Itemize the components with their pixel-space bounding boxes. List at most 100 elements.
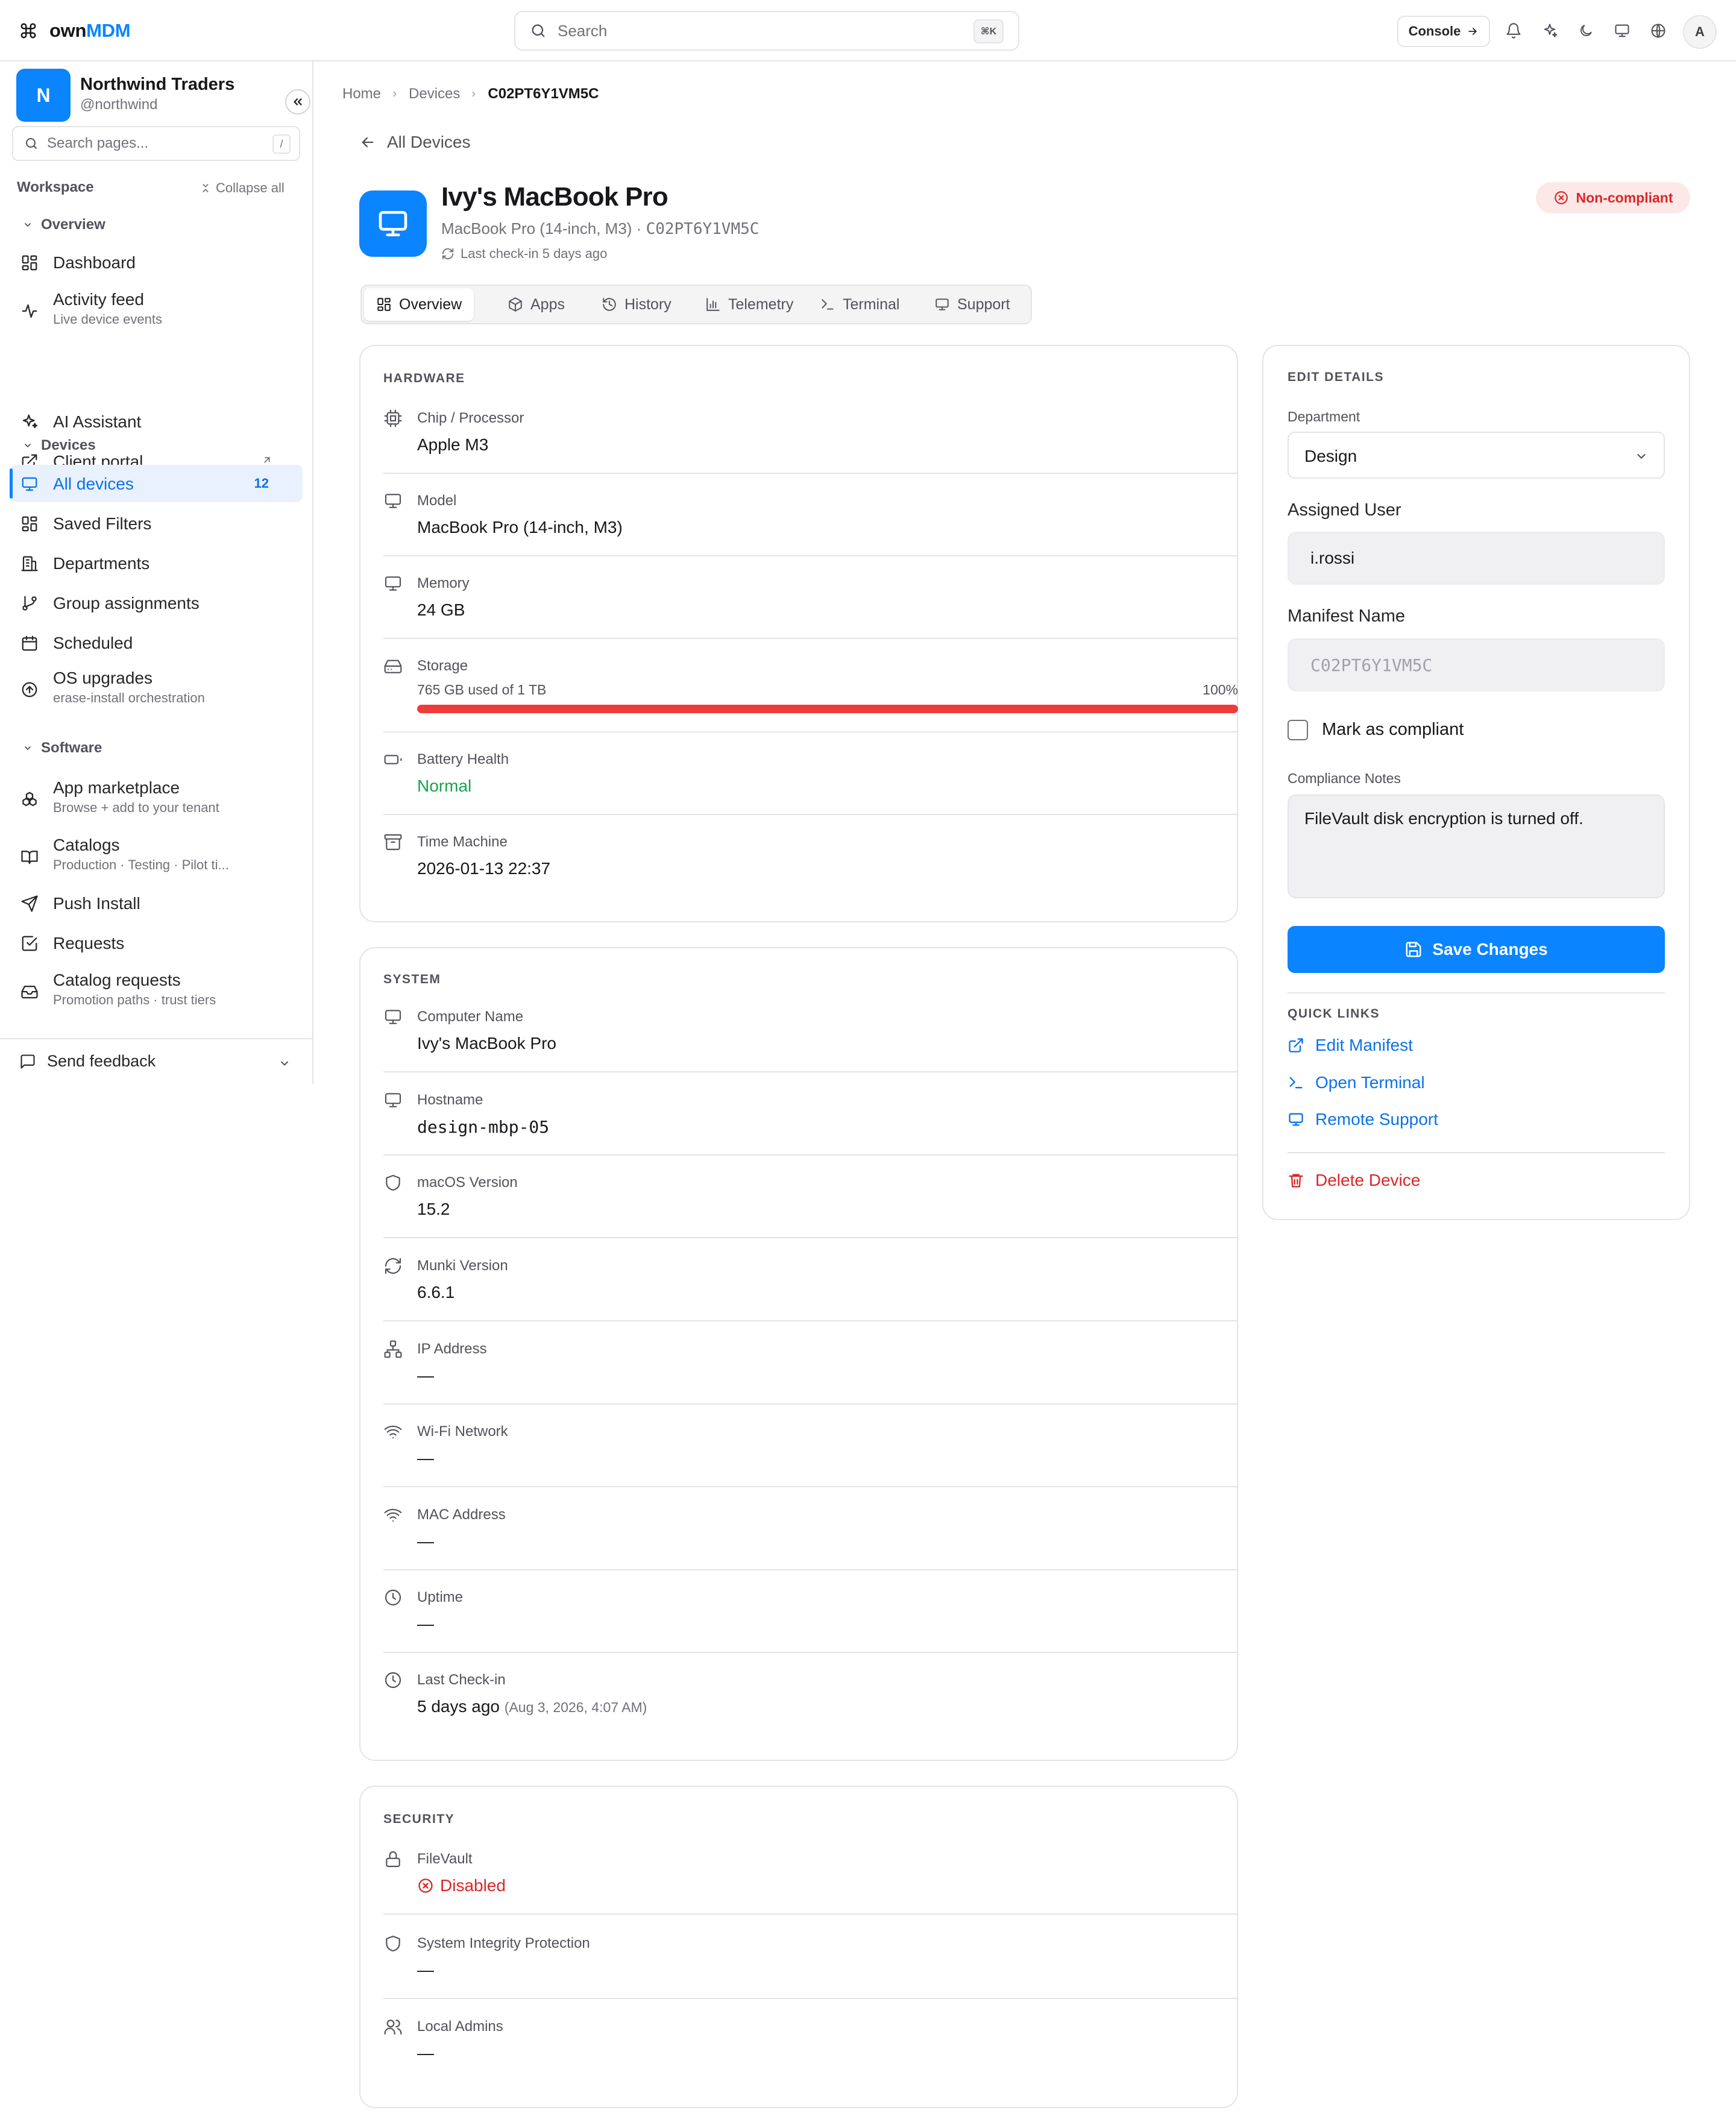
- open-terminal-link[interactable]: Open Terminal: [1288, 1073, 1425, 1092]
- arrow-up-right-icon: [264, 457, 270, 463]
- lock-icon: [386, 1851, 400, 1868]
- bell-icon: [1506, 23, 1521, 39]
- storage-used: 765 GB used of 1 TB: [417, 682, 547, 697]
- sidebar-search-input[interactable]: Search pages... /: [12, 126, 300, 161]
- ai-sparkle-button[interactable]: [1539, 20, 1561, 42]
- app-logo[interactable]: ownMDM: [19, 17, 131, 44]
- hardware-row-chip: Chip / Processor Apple M3: [383, 406, 1238, 490]
- save-changes-label: Save Changes: [1432, 940, 1548, 959]
- language-button[interactable]: [1647, 20, 1669, 42]
- compliance-notes-textarea[interactable]: FileVault disk encryption is turned off.: [1288, 795, 1665, 898]
- back-to-all-devices-link[interactable]: All Devices: [359, 133, 470, 152]
- tab-overview[interactable]: Overview: [364, 288, 474, 321]
- display-button[interactable]: [1611, 20, 1633, 42]
- mark-compliant-label[interactable]: Mark as compliant: [1322, 720, 1464, 740]
- sidebar-item-ai-assistant[interactable]: AI Assistant: [10, 403, 303, 440]
- sidebar-item-push-install[interactable]: Push Install: [10, 884, 303, 922]
- hardware-row-battery: Battery Health Normal: [383, 748, 1238, 831]
- tab-apps[interactable]: Apps: [495, 288, 577, 321]
- nav-group-overview[interactable]: Overview: [23, 216, 105, 233]
- save-icon: [1406, 942, 1421, 957]
- theme-toggle-button[interactable]: [1575, 20, 1597, 42]
- collapse-sidebar-button[interactable]: [285, 89, 310, 115]
- device-model-line: MacBook Pro (14-inch, M3) · C02PT6Y1VM5C: [441, 219, 760, 238]
- chevron-down-icon: [1637, 454, 1646, 459]
- sidebar-item-catalogs[interactable]: Catalogs Production · Testing · Pilot ti…: [10, 833, 303, 880]
- top-bar: ownMDM Search ⌘K Console A: [0, 0, 1736, 61]
- user-avatar[interactable]: A: [1683, 15, 1717, 49]
- inbox-icon: [21, 986, 38, 999]
- row-value: —: [417, 1366, 434, 1385]
- breadcrumb: Home Devices C02PT6Y1VM5C: [342, 86, 599, 102]
- remote-support-link[interactable]: Remote Support: [1288, 1110, 1438, 1129]
- send-icon: [21, 895, 38, 912]
- tab-telemetry[interactable]: Telemetry: [693, 288, 805, 321]
- tab-support[interactable]: Support: [922, 288, 1022, 321]
- external-link-icon: [1289, 1038, 1303, 1053]
- department-select[interactable]: Design: [1288, 432, 1665, 479]
- arrow-up-circle-icon: [22, 682, 37, 697]
- chevron-right-icon: [393, 91, 397, 97]
- hardware-row-time-machine: Time Machine 2026-01-13 22:37: [383, 830, 1238, 902]
- security-card: SECURITY FileVault Disabled System Integ…: [359, 1786, 1238, 2108]
- sidebar-item-activity-feed[interactable]: Activity feed Live device events: [10, 288, 303, 335]
- breadcrumb-current: C02PT6Y1VM5C: [488, 86, 599, 102]
- assigned-user-input[interactable]: i.rossi: [1288, 532, 1665, 585]
- row-label: System Integrity Protection: [417, 1935, 590, 1951]
- send-feedback-button[interactable]: Send feedback: [19, 1052, 156, 1071]
- row-value: Apple M3: [417, 435, 489, 454]
- edit-details-title: EDIT DETAILS: [1288, 370, 1384, 384]
- row-value: —: [417, 1449, 434, 1467]
- console-button[interactable]: Console: [1397, 16, 1490, 47]
- global-search-input[interactable]: Search ⌘K: [514, 11, 1019, 51]
- network-icon: [384, 1340, 402, 1358]
- org-avatar[interactable]: N: [16, 69, 71, 122]
- sidebar-divider: [0, 1038, 312, 1039]
- shield-icon: [386, 1935, 400, 1952]
- sidebar-item-catalog-requests[interactable]: Catalog requests Promotion paths · trust…: [10, 968, 303, 1015]
- compliance-notes-label: Compliance Notes: [1288, 770, 1401, 786]
- sidebar-item-os-upgrades[interactable]: OS upgrades erase-install orchestration: [10, 666, 303, 713]
- sidebar-item-scheduled[interactable]: Scheduled: [10, 624, 303, 661]
- sidebar-item-all-devices[interactable]: All devices 12: [10, 465, 303, 502]
- edit-divider: [1288, 1152, 1665, 1153]
- device-name-title: Ivy's MacBook Pro: [441, 182, 668, 212]
- layout-grid-icon: [22, 255, 37, 271]
- row-label: macOS Version: [417, 1174, 518, 1191]
- row-label: Model: [417, 493, 457, 509]
- workspace-label: Workspace: [17, 179, 94, 195]
- delete-device-button[interactable]: Delete Device: [1288, 1171, 1420, 1190]
- send-feedback-label: Send feedback: [47, 1052, 156, 1070]
- row-value: MacBook Pro (14-inch, M3): [417, 518, 623, 537]
- row-value: 5 days ago (Aug 3, 2026, 4:07 AM): [417, 1697, 647, 1716]
- tab-history[interactable]: History: [590, 288, 684, 321]
- sidebar-item-departments[interactable]: Departments: [10, 544, 303, 582]
- row-divider: [383, 1913, 1238, 1915]
- mark-compliant-checkbox[interactable]: [1288, 720, 1308, 740]
- manifest-name-input[interactable]: C02PT6Y1VM5C: [1288, 638, 1665, 691]
- sidebar-item-label: Catalogs: [53, 836, 120, 854]
- sidebar-item-dashboard[interactable]: Dashboard: [10, 244, 303, 281]
- row-value: —: [417, 1614, 434, 1633]
- sidebar-item-label: Catalog requests: [53, 971, 181, 989]
- org-name[interactable]: Northwind Traders: [80, 75, 234, 95]
- collapse-all-button[interactable]: Collapse all: [200, 180, 285, 196]
- tab-terminal[interactable]: Terminal: [808, 288, 911, 321]
- sidebar-item-saved-filters[interactable]: Saved Filters: [10, 505, 303, 542]
- refresh-icon: [442, 248, 454, 260]
- sidebar-item-app-marketplace[interactable]: App marketplace Browse + add to your ten…: [10, 776, 303, 823]
- breadcrumb-home[interactable]: Home: [342, 86, 381, 102]
- edit-manifest-link[interactable]: Edit Manifest: [1288, 1036, 1413, 1055]
- sidebar-item-label: App marketplace: [53, 778, 180, 797]
- nav-group-devices[interactable]: Devices: [23, 437, 96, 454]
- row-value: design-mbp-05: [417, 1117, 550, 1137]
- sidebar-item-requests[interactable]: Requests: [10, 924, 303, 962]
- row-divider: [383, 1998, 1238, 1999]
- save-changes-button[interactable]: Save Changes: [1288, 926, 1665, 973]
- nav-group-software[interactable]: Software: [23, 740, 102, 757]
- notifications-button[interactable]: [1503, 20, 1524, 42]
- sidebar-item-group-assignments[interactable]: Group assignments: [10, 584, 303, 622]
- breadcrumb-devices[interactable]: Devices: [409, 86, 460, 102]
- chevron-down-icon[interactable]: [278, 1057, 291, 1069]
- back-link-label: All Devices: [387, 133, 471, 151]
